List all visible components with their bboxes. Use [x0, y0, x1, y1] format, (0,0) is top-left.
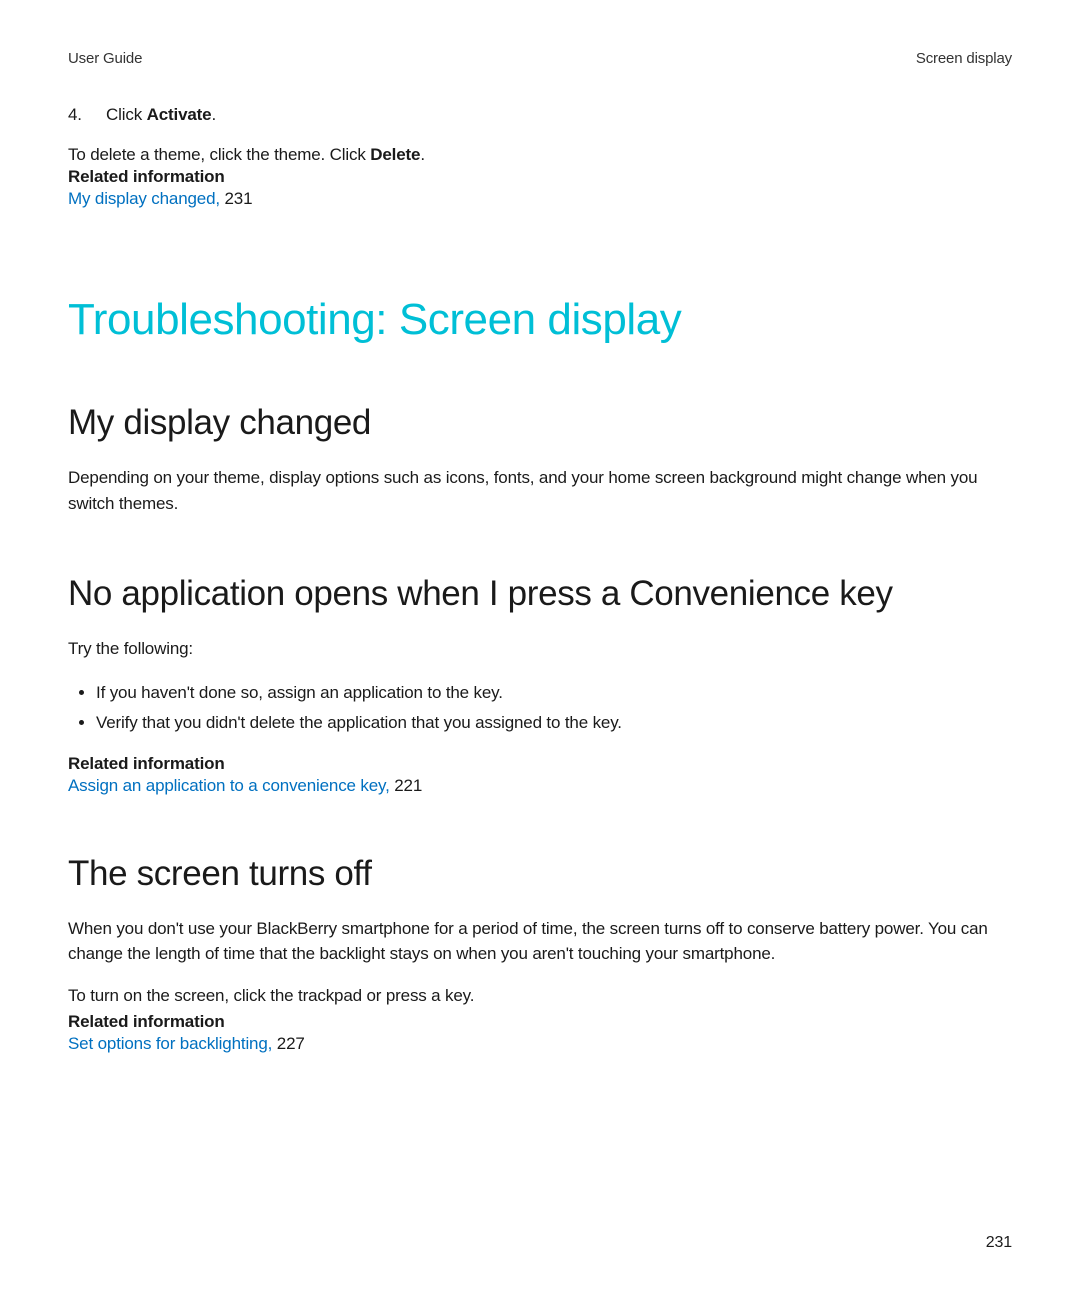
page-content: 4. Click Activate. To delete a theme, cl…: [0, 105, 1080, 1054]
delete-suffix: .: [420, 145, 425, 164]
section3-body2: To turn on the screen, click the trackpa…: [68, 983, 1012, 1009]
link-my-display-changed[interactable]: My display changed,: [68, 189, 220, 208]
main-title: Troubleshooting: Screen display: [68, 295, 1012, 345]
related-info-heading-3: Related information: [68, 1012, 1012, 1032]
page-number: 231: [986, 1234, 1012, 1252]
section3-body1: When you don't use your BlackBerry smart…: [68, 916, 1012, 967]
step-suffix: .: [211, 105, 216, 124]
related-page-ref-3: 227: [272, 1034, 304, 1053]
link-assign-convenience-key[interactable]: Assign an application to a convenience k…: [68, 776, 390, 795]
link-set-backlighting-options[interactable]: Set options for backlighting,: [68, 1034, 272, 1053]
step-prefix: Click: [106, 105, 147, 124]
section1-body: Depending on your theme, display options…: [68, 465, 1012, 516]
related-page-ref-2: 221: [390, 776, 422, 795]
related-info-heading-2: Related information: [68, 754, 1012, 774]
list-item: If you haven't done so, assign an applic…: [96, 680, 1012, 706]
delete-bold-word: Delete: [370, 145, 420, 164]
list-item: Verify that you didn't delete the applic…: [96, 710, 1012, 736]
delete-theme-instruction: To delete a theme, click the theme. Clic…: [68, 145, 1012, 165]
related-link-line-1: My display changed, 231: [68, 189, 1012, 209]
page-header: User Guide Screen display: [0, 0, 1080, 67]
section-title-my-display-changed: My display changed: [68, 403, 1012, 443]
related-link-line-2: Assign an application to a convenience k…: [68, 776, 1012, 796]
header-right: Screen display: [916, 50, 1012, 67]
section2-bullet-list: If you haven't done so, assign an applic…: [68, 680, 1012, 736]
related-info-heading-1: Related information: [68, 167, 1012, 187]
related-page-ref-1: 231: [220, 189, 252, 208]
section2-intro: Try the following:: [68, 636, 1012, 662]
step-bold-word: Activate: [147, 105, 212, 124]
step-text: Click Activate.: [106, 105, 216, 125]
section-title-no-application: No application opens when I press a Conv…: [68, 574, 1012, 614]
step-number: 4.: [68, 105, 106, 125]
step-4: 4. Click Activate.: [68, 105, 1012, 125]
delete-prefix: To delete a theme, click the theme. Clic…: [68, 145, 370, 164]
header-left: User Guide: [68, 50, 142, 67]
section-title-screen-turns-off: The screen turns off: [68, 854, 1012, 894]
related-link-line-3: Set options for backlighting, 227: [68, 1034, 1012, 1054]
